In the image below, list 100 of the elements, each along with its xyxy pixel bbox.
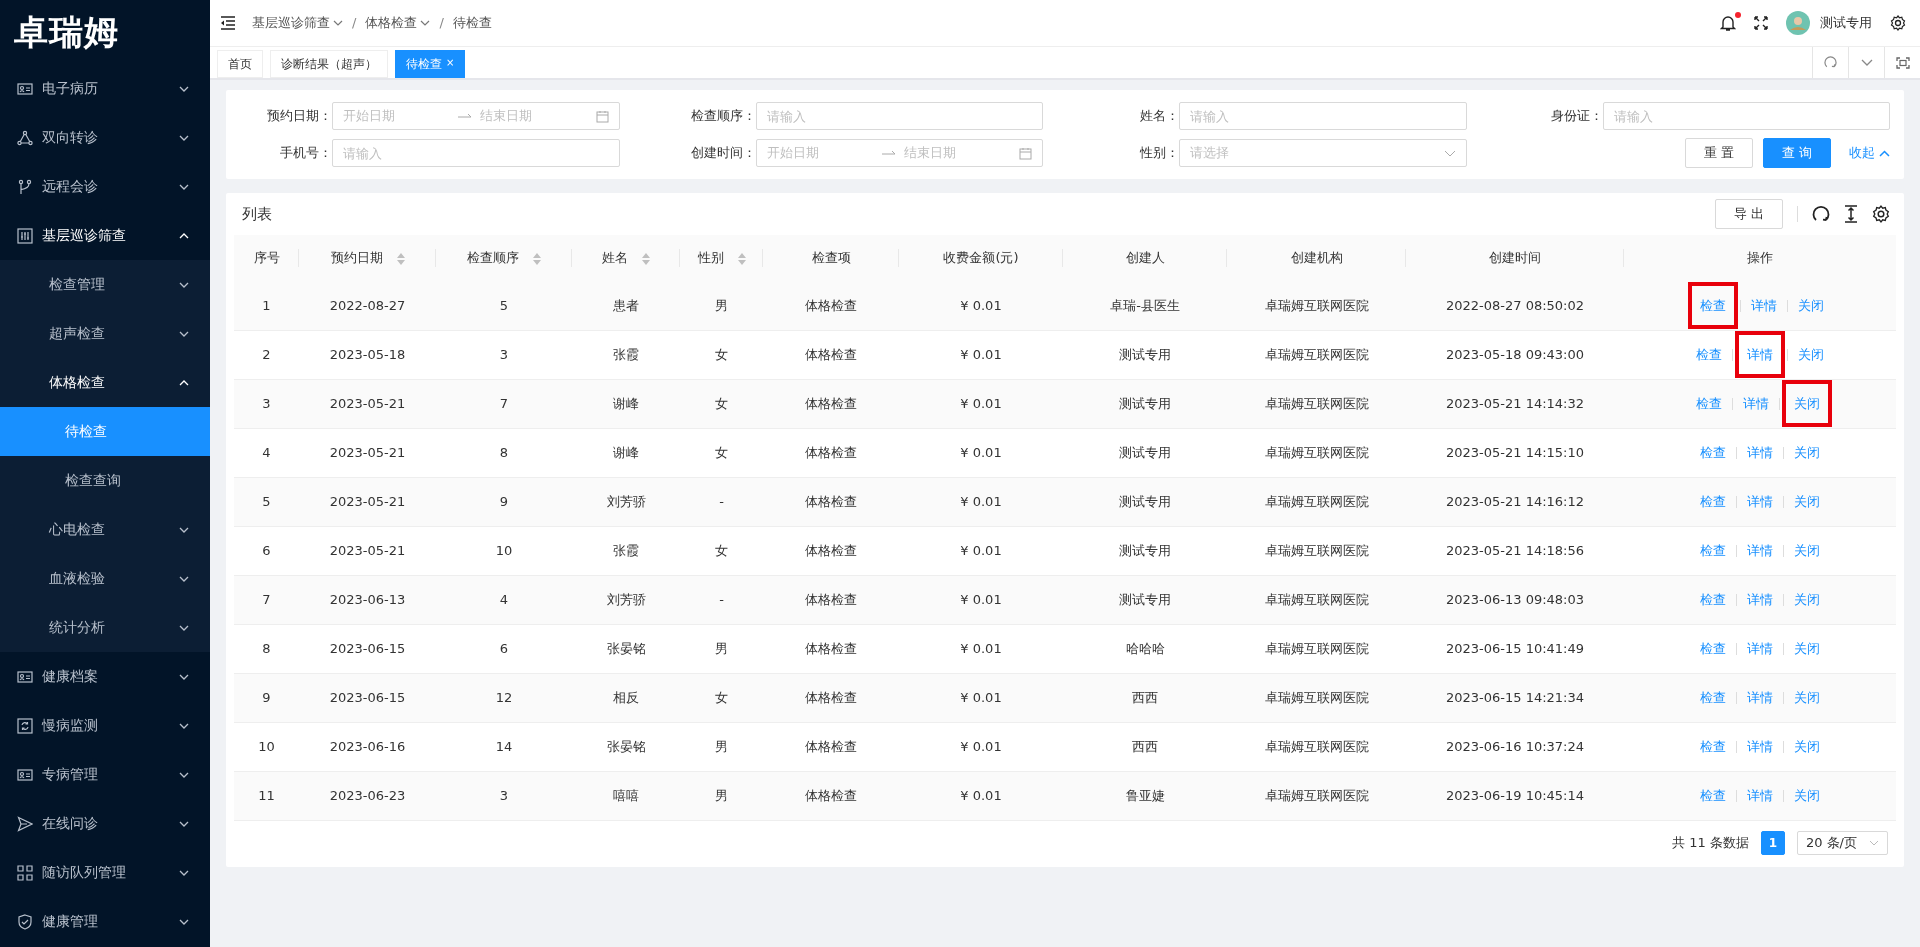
action-link[interactable]: 关闭 <box>1790 488 1824 515</box>
date-range-field[interactable]: 开始日期 结束日期 <box>332 102 620 130</box>
reset-button[interactable]: 重 置 <box>1684 138 1753 168</box>
menu-item[interactable]: 慢病监测 <box>0 701 210 750</box>
menu-item[interactable]: 远程会诊 <box>0 162 210 211</box>
input-field[interactable]: 请输入 <box>1179 102 1467 130</box>
menu-item[interactable]: 随访队列管理 <box>0 848 210 897</box>
menu-item[interactable]: 专病管理 <box>0 750 210 799</box>
input-field[interactable]: 请输入 <box>1602 102 1890 130</box>
table-cell: ¥ 0.01 <box>899 624 1063 673</box>
table-cell: 12 <box>436 673 572 722</box>
table-cell: 3 <box>436 771 572 820</box>
column-header[interactable]: 预约日期 <box>299 235 436 281</box>
avatar-icon[interactable] <box>1786 11 1810 35</box>
table-cell: 2023-06-15 <box>299 673 436 722</box>
action-link[interactable]: 关闭 <box>1790 733 1824 760</box>
menu-item[interactable]: 超声检查 <box>0 309 210 358</box>
table-cell: 谢峰 <box>572 379 680 428</box>
action-link[interactable]: 详情 <box>1743 439 1777 466</box>
action-link[interactable]: 详情 <box>1743 537 1777 564</box>
table-cell: 张晏铭 <box>572 624 680 673</box>
action-link[interactable]: 关闭 <box>1790 439 1824 466</box>
column-height-icon[interactable] <box>1844 205 1858 223</box>
page-button[interactable]: 1 <box>1760 830 1785 855</box>
select-field[interactable]: 请选择 <box>1179 139 1467 167</box>
menu-item[interactable]: 体格检查 <box>0 358 210 407</box>
table-cell: 2 <box>234 330 299 379</box>
input-field[interactable]: 请输入 <box>755 102 1043 130</box>
field-label: 预约日期： <box>266 107 332 126</box>
chevron-down-icon[interactable] <box>1860 58 1873 67</box>
action-link[interactable]: 详情 <box>1743 733 1777 760</box>
action-link[interactable]: 关闭 <box>1790 684 1824 711</box>
menu-item[interactable]: 统计分析 <box>0 603 210 652</box>
menu-item[interactable]: 基层巡诊筛查 <box>0 211 210 260</box>
action-link[interactable]: 关闭 <box>1790 635 1824 662</box>
action-link[interactable]: 检查 <box>1696 488 1730 515</box>
page-size-select[interactable]: 20 条/页 <box>1796 830 1888 855</box>
action-link[interactable]: 关闭 <box>1794 341 1828 368</box>
query-button[interactable]: 查 询 <box>1762 138 1831 168</box>
action-link[interactable]: 检查 <box>1696 537 1730 564</box>
menu-item[interactable]: 心电检查 <box>0 505 210 554</box>
menu-item[interactable]: 健康管理 <box>0 897 210 946</box>
menu-item[interactable]: 电子病历 <box>0 64 210 113</box>
menu-item[interactable]: 在线问诊 <box>0 799 210 848</box>
breadcrumb-item[interactable]: 基层巡诊筛查 <box>252 13 343 33</box>
action-link[interactable]: 详情 <box>1743 488 1777 515</box>
menu-item[interactable]: 血液检验 <box>0 554 210 603</box>
action-link[interactable]: 检查 <box>1696 635 1730 662</box>
user-name[interactable]: 测试专用 <box>1820 13 1872 33</box>
action-link[interactable]: 检查 <box>1696 782 1730 809</box>
date-range-field[interactable]: 开始日期 结束日期 <box>755 139 1043 167</box>
tab[interactable]: 首页 <box>217 50 263 78</box>
action-link[interactable]: 检查 <box>1696 439 1730 466</box>
column-header[interactable]: 性别 <box>680 235 763 281</box>
action-link[interactable]: 详情 <box>1739 390 1773 417</box>
action-link[interactable]: 检查 <box>1692 341 1726 368</box>
bell-icon[interactable] <box>1720 14 1736 32</box>
export-button[interactable]: 导 出 <box>1714 199 1783 229</box>
breadcrumb-separator: / <box>439 14 444 33</box>
input-field[interactable]: 请输入 <box>332 139 620 167</box>
menu-fold-icon[interactable] <box>220 16 236 30</box>
menu-item[interactable]: 检查查询 <box>0 456 210 505</box>
breadcrumb-item[interactable]: 体格检查 <box>365 13 431 33</box>
settings-icon[interactable] <box>1872 205 1890 223</box>
menu-item[interactable]: 双向转诊 <box>0 113 210 162</box>
shield-icon <box>17 913 33 930</box>
chevron-down-icon <box>1869 839 1879 846</box>
action-link[interactable]: 详情 <box>1743 586 1777 613</box>
collapse-link[interactable]: 收起 <box>1849 143 1890 163</box>
chevron-up-icon[interactable] <box>1879 149 1890 157</box>
menu-item[interactable]: 检查管理 <box>0 260 210 309</box>
table-cell: 2023-05-21 14:14:32 <box>1406 379 1624 428</box>
tab[interactable]: 待检查 × <box>395 50 466 78</box>
table-cell: ¥ 0.01 <box>899 673 1063 722</box>
calendar-icon <box>1019 146 1032 160</box>
action-link[interactable]: 关闭 <box>1790 586 1824 613</box>
action-link[interactable]: 详情 <box>1743 782 1777 809</box>
tab-close-icon[interactable]: × <box>446 55 455 70</box>
action-link[interactable]: 检查 <box>1696 733 1730 760</box>
action-link[interactable]: 详情 <box>1747 292 1781 318</box>
action-link[interactable]: 检查 <box>1696 586 1730 613</box>
settings-icon[interactable] <box>1890 15 1906 31</box>
action-link[interactable]: 关闭 <box>1790 782 1824 809</box>
action-link[interactable]: 关闭 <box>1790 537 1824 564</box>
action-link[interactable]: 关闭 <box>1794 292 1828 318</box>
action-link[interactable]: 详情 <box>1743 684 1777 711</box>
refresh-icon[interactable] <box>1812 205 1830 223</box>
tab[interactable]: 诊断结果（超声） <box>270 50 388 78</box>
menu-item[interactable]: 待检查 <box>0 407 210 456</box>
breadcrumb-item[interactable]: 待检查 <box>452 13 492 33</box>
column-header[interactable]: 检查顺序 <box>436 235 572 281</box>
table-cell: 6 <box>234 526 299 575</box>
fullscreen-icon[interactable] <box>1754 16 1768 30</box>
table-cell: 刘芳骄 <box>572 575 680 624</box>
action-link[interactable]: 检查 <box>1692 390 1726 417</box>
menu-item[interactable]: 健康档案 <box>0 652 210 701</box>
column-header[interactable]: 姓名 <box>572 235 680 281</box>
action-link[interactable]: 检查 <box>1696 684 1730 711</box>
column-header: 检查项 <box>763 235 899 281</box>
action-link[interactable]: 详情 <box>1743 635 1777 662</box>
